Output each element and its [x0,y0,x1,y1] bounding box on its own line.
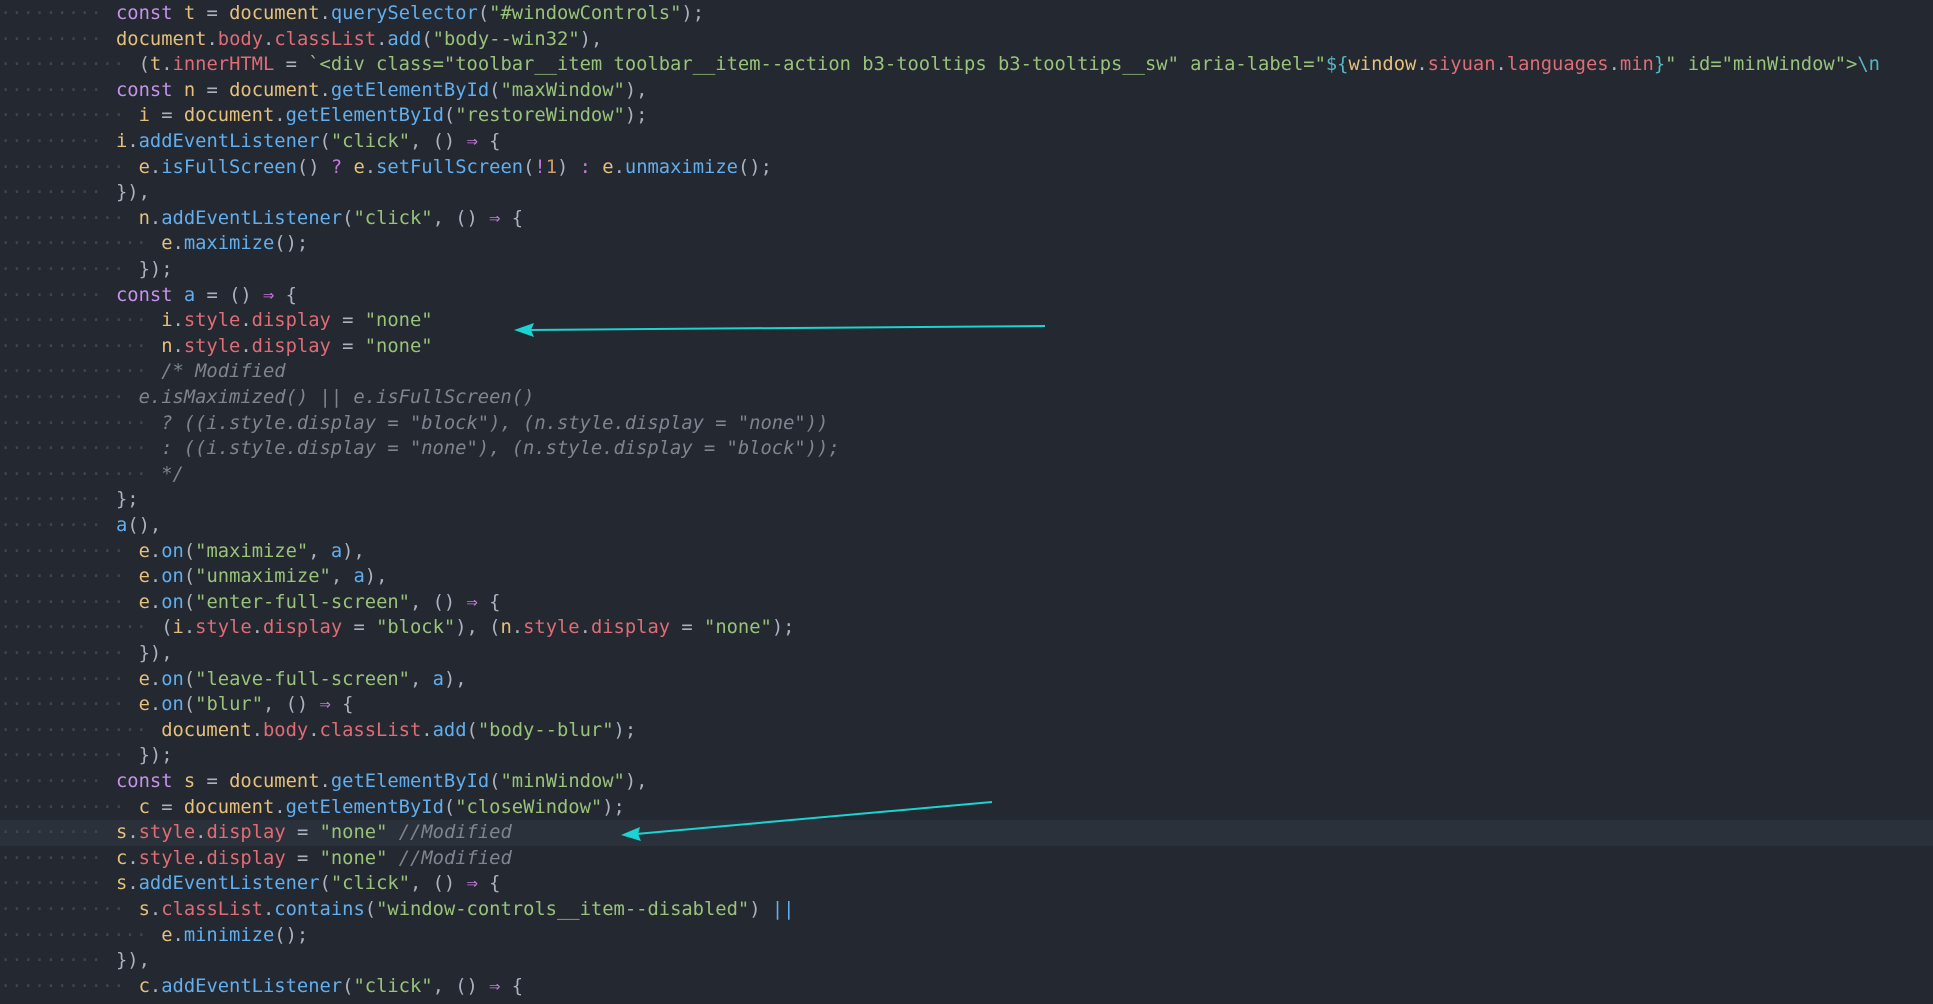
arrow-to-i-style-display [514,323,1046,337]
code-editor[interactable]: ········· const t = document.querySelecto… [0,0,1933,1004]
arrow-to-s-style-display [621,801,993,841]
annotation-arrows [514,323,1046,841]
